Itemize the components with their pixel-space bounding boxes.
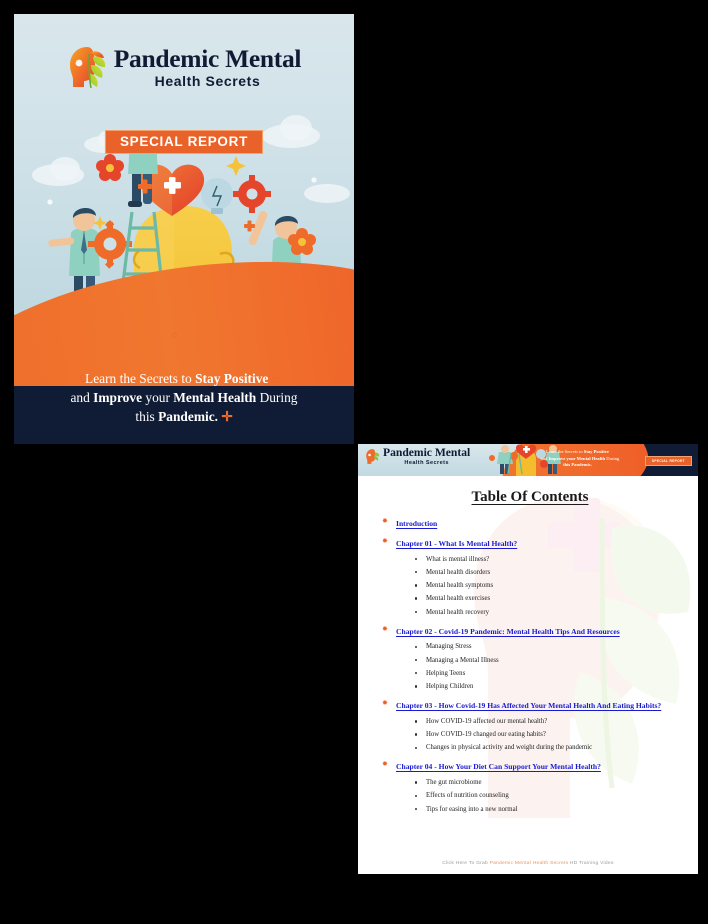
- toc-chapter-link[interactable]: Chapter 01 - What Is Mental Health?: [396, 537, 680, 552]
- page-header-banner: Pandemic Mental Health Secrets Learn the…: [358, 444, 698, 476]
- banner-logo: Pandemic Mental Health Secrets: [365, 447, 470, 466]
- toc-entry: Introduction: [380, 516, 680, 532]
- special-report-badge: SPECIAL REPORT: [104, 130, 264, 154]
- toc-subitem: Mental health exercises: [414, 594, 680, 604]
- toc-subitem: What is mental illness?: [414, 555, 680, 565]
- page-cover: Pandemic Mental Health Secrets SPECIAL R…: [14, 14, 354, 444]
- footer-brand: Pandemic Mental Health Secrets: [489, 861, 569, 866]
- toc-sublist: What is mental illness? Mental health di…: [396, 555, 680, 618]
- decor-ring: [172, 333, 177, 338]
- toc-sublist: The gut microbiome Effects of nutrition …: [396, 778, 680, 815]
- cover-logo-text: Pandemic Mental Health Secrets: [113, 43, 302, 89]
- toc-sublist: Managing Stress Managing a Mental Illnes…: [396, 642, 680, 692]
- toc-subitem: How COVID-19 affected our mental health?: [414, 717, 680, 727]
- banner-logo-text: Pandemic Mental Health Secrets: [383, 447, 470, 466]
- plus-accent-icon: ✛: [221, 408, 233, 424]
- toc-entry: Chapter 02 - Covid-19 Pandemic: Mental H…: [380, 624, 680, 693]
- tagline-line-1: Learn the Secrets to Stay Positive ✛: [85, 370, 283, 386]
- toc-chapter-link[interactable]: Introduction: [396, 517, 680, 532]
- page-footer[interactable]: Click Here To Grab Pandemic Mental Healt…: [358, 861, 698, 866]
- face-leaf-logo-icon: [69, 47, 105, 89]
- toc-chapter-link[interactable]: Chapter 04 - How Your Diet Can Support Y…: [396, 760, 680, 775]
- toc-subitem: Effects of nutrition counseling: [414, 791, 680, 801]
- footer-suffix: HD Training Video: [568, 861, 614, 866]
- plus-accent-icon: ✛: [271, 370, 283, 386]
- plus-accent-icon: ✛: [610, 449, 614, 454]
- toc-subitem: Tips for easing into a new normal: [414, 805, 680, 815]
- banner-special-report-badge: SPECIAL REPORT: [644, 456, 692, 466]
- toc-subitem: Helping Teens: [414, 669, 680, 679]
- page-title: Table Of Contents: [471, 489, 589, 505]
- cover-tagline: Learn the Secrets to Stay Positive ✛ and…: [14, 369, 354, 426]
- toc-subitem: Managing Stress: [414, 642, 680, 652]
- toc-entry: Chapter 01 - What Is Mental Health? What…: [380, 536, 680, 618]
- toc-chapter-link[interactable]: Chapter 02 - Covid-19 Pandemic: Mental H…: [396, 625, 680, 640]
- toc-sublist: How COVID-19 affected our mental health?…: [396, 717, 680, 754]
- toc-subitem: Mental health recovery: [414, 608, 680, 618]
- toc-subitem: Changes in physical activity and weight …: [414, 743, 680, 753]
- toc-chapter-link[interactable]: Chapter 03 - How Covid-19 Has Affected Y…: [396, 699, 680, 714]
- toc-entry: Chapter 04 - How Your Diet Can Support Y…: [380, 759, 680, 815]
- tagline-line-2: and Improve your Mental Health During: [70, 389, 298, 405]
- toc-subitem: Mental health symptoms: [414, 581, 680, 591]
- banner-tagline: Learn the Secrets to Stay Positive ✛ and…: [540, 449, 620, 468]
- plus-accent-icon: ✛: [593, 462, 597, 468]
- document-sheet: Pandemic Mental Health Secrets SPECIAL R…: [0, 0, 708, 924]
- toc-list: Introduction Chapter 01 - What Is Mental…: [380, 516, 680, 815]
- toc-subitem: How COVID-19 changed our eating habits?: [414, 730, 680, 740]
- toc-subitem: The gut microbiome: [414, 778, 680, 788]
- toc-body: Table Of Contents Introduction Chapter 0…: [358, 476, 698, 848]
- toc-subitem: Helping Children: [414, 682, 680, 692]
- toc-subitem: Managing a Mental Illness: [414, 656, 680, 666]
- cover-illustration: [47, 154, 335, 369]
- brand-title: Pandemic Mental: [113, 43, 302, 73]
- toc-subitem: Mental health disorders: [414, 568, 680, 578]
- footer-prefix: Click Here To Grab: [442, 861, 490, 866]
- face-leaf-logo-icon: [366, 449, 380, 464]
- brand-subtitle: Health Secrets: [154, 72, 261, 89]
- cover-logo: Pandemic Mental Health Secrets: [14, 44, 354, 90]
- tagline-line-3: this Pandemic. ✛: [135, 408, 233, 424]
- brand-title: Pandemic Mental: [383, 446, 471, 459]
- toc-entry: Chapter 03 - How Covid-19 Has Affected Y…: [380, 698, 680, 754]
- cloud-shape: [280, 115, 312, 141]
- page-table-of-contents: Pandemic Mental Health Secrets Learn the…: [358, 444, 698, 874]
- brand-subtitle: Health Secrets: [404, 460, 449, 467]
